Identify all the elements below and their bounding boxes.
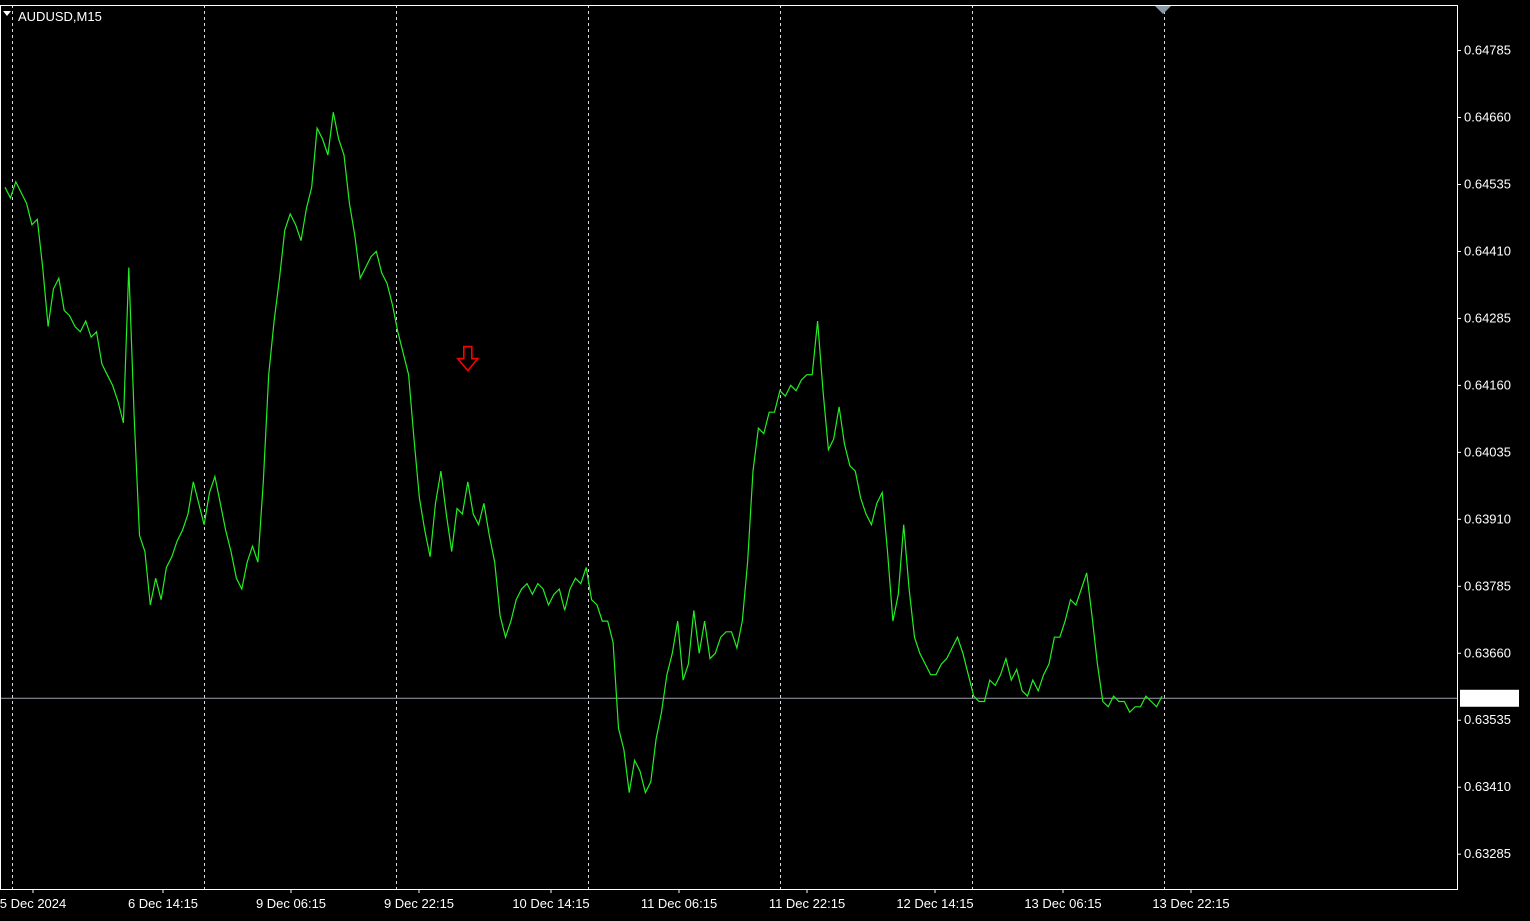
x-tick-label: 11 Dec 06:15 [641, 896, 717, 911]
y-tick-label: 0.63910 [1464, 511, 1511, 526]
x-tick-label: 9 Dec 06:15 [256, 896, 326, 911]
y-tick-label: 0.63285 [1464, 846, 1511, 861]
x-tick-label: 6 Dec 14:15 [128, 896, 198, 911]
current-price-label: 0.63576 [1460, 689, 1519, 707]
x-tick-label: 9 Dec 22:15 [384, 896, 454, 911]
y-tick-label: 0.63785 [1464, 578, 1511, 593]
x-tick-label: 13 Dec 22:15 [1152, 896, 1229, 911]
y-tick-label: 0.64785 [1464, 43, 1511, 58]
y-tick-label: 0.64660 [1464, 110, 1511, 125]
y-tick-label: 0.63535 [1464, 712, 1511, 727]
symbol-title[interactable]: AUDUSD,M15 [3, 9, 102, 24]
x-tick-label: 11 Dec 22:15 [769, 896, 845, 911]
symbol-label: AUDUSD,M15 [18, 9, 102, 24]
y-tick-label: 0.64285 [1464, 310, 1511, 325]
y-tick-label: 0.63660 [1464, 645, 1511, 660]
x-tick-label: 10 Dec 14:15 [512, 896, 589, 911]
y-tick-label: 0.64035 [1464, 444, 1511, 459]
y-tick-label: 0.63410 [1464, 779, 1511, 794]
x-tick-label: 12 Dec 14:15 [896, 896, 973, 911]
x-tick-label: 13 Dec 06:15 [1024, 896, 1101, 911]
price-chart[interactable]: AUDUSD,M15 0.64785 0.64660 0.64535 0.64410 0… [0, 0, 1530, 921]
current-price-label-text: 0.63576 [1464, 691, 1511, 706]
chart-background [0, 0, 1530, 921]
y-tick-label: 0.64410 [1464, 243, 1511, 258]
y-tick-label: 0.64160 [1464, 377, 1511, 392]
x-tick-label: 5 Dec 2024 [0, 896, 66, 911]
y-tick-label: 0.64535 [1464, 176, 1511, 191]
